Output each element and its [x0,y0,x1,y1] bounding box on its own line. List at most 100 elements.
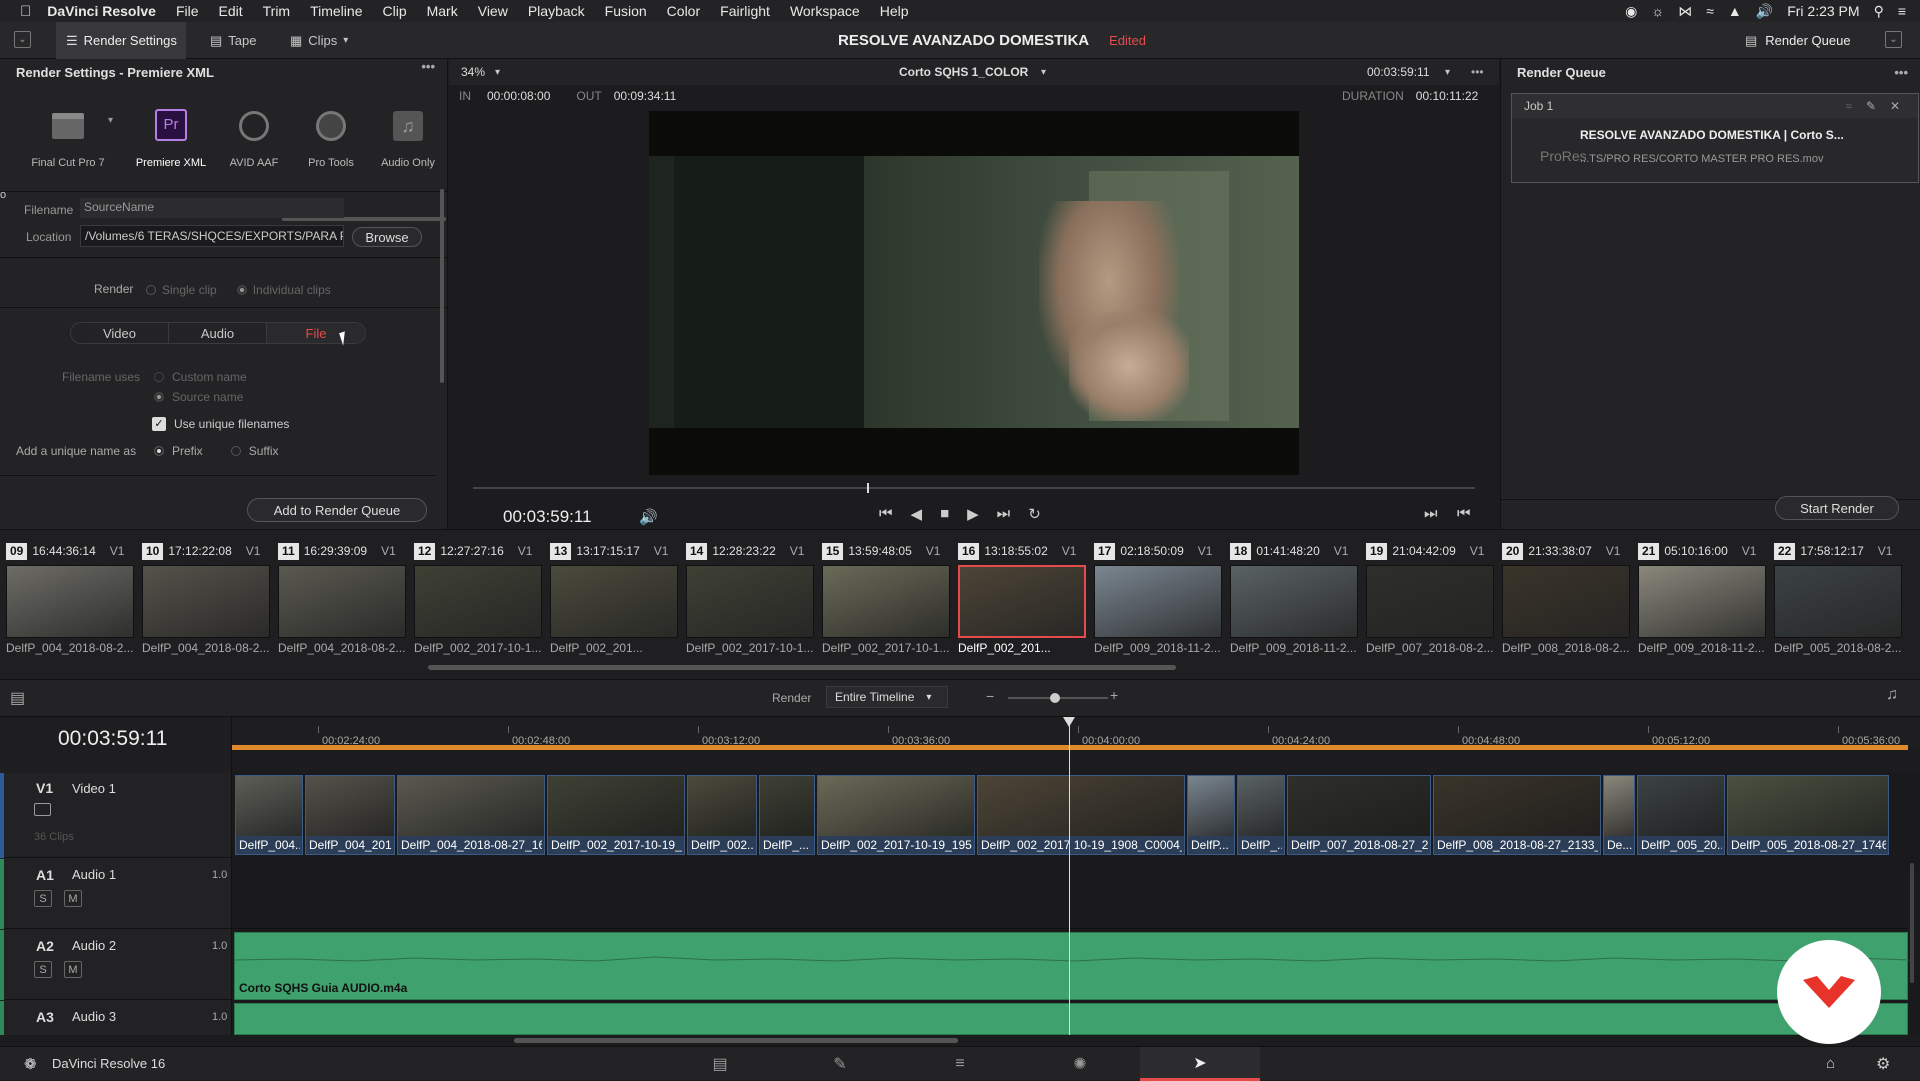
cut-page-icon[interactable]: ✎ [780,1047,900,1081]
audio-clip-a2[interactable]: Corto SQHS Guia AUDIO.m4a [234,932,1909,1000]
home-icon[interactable]: ⌂ [1826,1055,1835,1072]
bluetooth-icon[interactable]: ⋈ [1678,3,1692,20]
chevron-down-icon[interactable]: ▾ [495,67,500,78]
viewer-clip-name[interactable]: Corto SQHS 1_COLOR [899,65,1028,79]
zoom-in-icon[interactable]: + [1110,687,1118,703]
menu-fusion[interactable]: Fusion [605,3,647,19]
airplay-icon[interactable]: ▲ [1728,3,1742,19]
clip-thumbnail[interactable] [1638,565,1766,638]
clip-thumbnail[interactable] [958,565,1086,638]
previous-clip-icon[interactable]: ⏮ [1457,505,1471,522]
menu-timeline[interactable]: Timeline [310,3,362,19]
track-header-v1[interactable]: V1 Video 1 36 Clips [0,773,232,858]
audio-meter-icon[interactable]: ♫ [1886,686,1898,704]
tab-audio[interactable]: Audio [169,323,267,343]
chevron-down-icon[interactable]: ▾ [1041,67,1046,78]
start-render-button[interactable]: Start Render [1775,496,1899,520]
audio-track-a1[interactable] [232,859,1908,929]
clip-thumbnail[interactable] [6,565,134,638]
menu-playback[interactable]: Playback [528,3,585,19]
clock[interactable]: Fri 2:23 PM [1787,3,1859,19]
chevron-down-icon[interactable]: ▾ [1445,67,1450,78]
mute-button[interactable]: M [64,890,82,907]
stop-icon[interactable]: ■ [940,505,949,523]
clip-thumbnail[interactable] [686,565,814,638]
clip-thumbnail[interactable] [1774,565,1902,638]
prefix-radio[interactable] [154,446,164,456]
clip-thumbnail[interactable] [550,565,678,638]
app-menu[interactable]: DaVinci Resolve [47,3,156,19]
wifi-icon[interactable]: ≈ [1706,3,1714,19]
track-header-a2[interactable]: A2 Audio 2 1.0 S M [0,930,232,1000]
menu-help[interactable]: Help [880,3,909,19]
tape-button[interactable]: ▤ Tape [210,22,257,59]
record-icon[interactable]: ◉ [1625,3,1637,20]
timeline-video-clip[interactable]: DelfP_002_2017-10-19_1... [547,775,685,855]
browse-button[interactable]: Browse [352,227,422,247]
apple-icon[interactable]:  [20,3,31,20]
settings-scrollbar[interactable] [440,189,444,383]
render-settings-button[interactable]: ☰ Render Settings [56,22,186,59]
render-range-select[interactable]: Entire Timeline ▾ [826,686,948,708]
tab-video[interactable]: Video [71,323,169,343]
timeline-video-clip[interactable]: DelfP_... [759,775,815,855]
clips-button[interactable]: ▦ Clips ▾ [290,22,348,59]
edit-icon[interactable]: ✎ [1866,99,1876,113]
track-header-a3[interactable]: A3 Audio 3 1.0 [0,1001,232,1035]
menu-list-icon[interactable]: ≡ [1898,3,1906,19]
add-to-render-queue-button[interactable]: Add to Render Queue [247,498,427,522]
solo-button[interactable]: S [34,890,52,907]
suffix-radio[interactable] [230,446,241,456]
timeline-view-icon[interactable]: ▤ [10,688,25,708]
clip-thumbnail[interactable] [414,565,542,638]
search-icon[interactable]: ⚲ [1874,3,1884,20]
viewer-scrubber[interactable] [473,483,1475,493]
menu-file[interactable]: File [176,3,199,19]
menu-fairlight[interactable]: Fairlight [720,3,770,19]
individual-clips-radio[interactable] [236,285,247,295]
custom-name-radio[interactable] [154,372,164,382]
clip-thumbnail[interactable] [1502,565,1630,638]
timeline-video-clip[interactable]: DelfP_... [1237,775,1285,855]
volume-icon[interactable]: 🔊 [639,508,658,526]
audio-clip-a3[interactable] [234,1003,1908,1035]
menu-trim[interactable]: Trim [263,3,290,19]
go-to-end-icon[interactable]: ⏭ [997,505,1011,523]
timeline-video-clip[interactable]: DelfP_007_2018-08-27_21... [1287,775,1431,855]
menu-clip[interactable]: Clip [382,3,406,19]
unique-filenames-checkbox[interactable]: ✓ [152,417,166,431]
more-options-icon[interactable]: ••• [1894,65,1908,80]
timeline-video-clip[interactable]: DelfP_005_2018-08-27_1746_... [1727,775,1889,855]
source-name-radio[interactable] [154,392,164,402]
volume-icon[interactable]: 🔊 [1756,3,1773,20]
location-field[interactable]: /Volumes/6 TERAS/SHQCES/EXPORTS/PARA PR [80,225,344,247]
single-clip-radio[interactable] [146,285,156,295]
clip-thumbnail[interactable] [1094,565,1222,638]
menu-edit[interactable]: Edit [219,3,243,19]
clip-thumbnail[interactable] [1366,565,1494,638]
timeline-video-clip[interactable]: DelfP_002_2017-10-19_1951... [817,775,975,855]
chevron-down-icon[interactable]: ▾ [108,115,113,126]
edit-page-icon[interactable]: ≡ [900,1047,1020,1081]
close-icon[interactable]: ✕ [1890,99,1900,113]
clip-strip-scrollbar[interactable] [428,665,1176,670]
creative-cloud-icon[interactable]: ☼ [1651,3,1664,19]
timeline-video-clip[interactable]: DelfP_002... [687,775,757,855]
clip-thumbnail[interactable] [278,565,406,638]
clip-thumbnail[interactable] [822,565,950,638]
render-job[interactable]: Job 1 ≈ ✎ ✕ ProRes RESOLVE AVANZADO DOME… [1511,93,1919,183]
timeline-playhead[interactable] [1063,717,1075,1035]
timeline-video-clip[interactable]: DelfP_004_2018-08-27_16... [397,775,545,855]
more-options-icon[interactable]: ••• [1471,65,1484,79]
tab-file[interactable]: File [267,323,365,343]
track-header-a1[interactable]: A1 Audio 1 1.0 S M [0,859,232,929]
more-options-icon[interactable]: ••• [421,59,435,74]
timeline-video-clip[interactable]: DelfP_002_2017 10-19_1908_C0004_[0... [977,775,1185,855]
clip-thumbnail[interactable] [1230,565,1358,638]
zoom-out-icon[interactable]: − [986,688,994,704]
sidebar-toggle-icon[interactable]: ⌄ [14,31,31,48]
play-reverse-icon[interactable]: ◀ [911,505,923,523]
timeline-scrollbar[interactable] [514,1038,958,1043]
timeline-video-clip[interactable]: De... [1603,775,1635,855]
viewer-playhead[interactable] [867,483,869,493]
